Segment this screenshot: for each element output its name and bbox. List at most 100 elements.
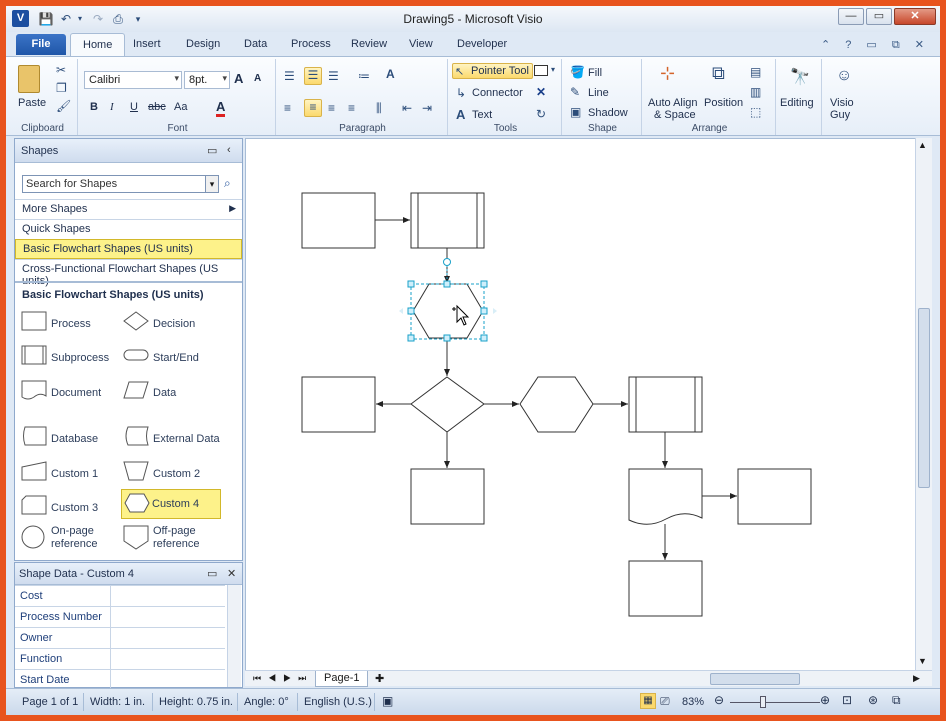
- tab-data[interactable]: Data: [244, 38, 267, 50]
- paste-button[interactable]: Paste: [18, 97, 46, 109]
- tab-process[interactable]: Process: [291, 38, 331, 50]
- rectangle-dropdown-icon[interactable]: ▾: [551, 65, 555, 74]
- process-shape[interactable]: [301, 192, 376, 249]
- text-tool-button[interactable]: Text: [472, 109, 492, 121]
- tab-view[interactable]: View: [409, 38, 433, 50]
- full-screen-icon[interactable]: ⎚: [660, 694, 670, 709]
- zoom-slider-thumb[interactable]: [760, 696, 766, 708]
- align-bottom-icon[interactable]: ☰: [328, 69, 339, 83]
- zoom-out-icon[interactable]: ⊖: [714, 693, 724, 707]
- font-size-combo[interactable]: 8pt.: [184, 71, 230, 89]
- stencil-cross-functional[interactable]: Cross-Functional Flowchart Shapes (US un…: [15, 259, 242, 287]
- connector-button[interactable]: Connector: [472, 87, 523, 99]
- master-custom-3[interactable]: Custom 3: [21, 493, 121, 523]
- italic-button[interactable]: I: [110, 101, 114, 113]
- shape-data-row-process-number[interactable]: Process Number: [15, 606, 225, 627]
- status-language[interactable]: English (U.S.): [304, 696, 372, 708]
- strikethrough-button[interactable]: abc: [148, 101, 166, 113]
- process-shape[interactable]: [737, 468, 812, 525]
- search-shapes-input[interactable]: Search for Shapes: [22, 175, 219, 193]
- pane-restore-icon[interactable]: ▭: [207, 144, 217, 157]
- close-x-icon[interactable]: ✕: [536, 85, 546, 99]
- zoom-in-icon[interactable]: ⊕: [820, 693, 830, 707]
- font-color-button[interactable]: A: [216, 99, 226, 117]
- ribbon-window-controls[interactable]: ⌃ ? ▭ ⧉ ✕: [821, 38, 930, 52]
- zoom-level[interactable]: 83%: [682, 696, 704, 708]
- switch-windows-icon[interactable]: ⧉: [892, 693, 901, 708]
- visio-guy-button[interactable]: Visio: [830, 97, 854, 109]
- align-top-icon[interactable]: ☰: [284, 69, 295, 83]
- shadow-button[interactable]: Shadow: [588, 107, 628, 119]
- pan-zoom-icon[interactable]: ⊛: [868, 693, 878, 707]
- zoom-slider[interactable]: [730, 702, 820, 703]
- subprocess-shape[interactable]: [628, 376, 703, 433]
- align-center-icon[interactable]: ≡: [304, 99, 322, 117]
- bullets-icon[interactable]: ≔: [358, 69, 370, 83]
- master-custom-2[interactable]: Custom 2: [123, 459, 223, 489]
- pane-restore-icon[interactable]: ▭: [207, 567, 217, 580]
- subprocess-shape[interactable]: [410, 192, 485, 249]
- page-nav-icons[interactable]: ⏮◀▶⏭: [253, 673, 313, 684]
- scroll-down-icon[interactable]: ▼: [918, 656, 927, 666]
- custom-4-shape[interactable]: [519, 376, 594, 433]
- master-custom-4[interactable]: Custom 4: [121, 489, 221, 519]
- master-on-page-reference[interactable]: On-page reference: [21, 523, 121, 555]
- more-shapes-item[interactable]: More Shapes ▶: [15, 199, 242, 219]
- scroll-right-icon[interactable]: ▶: [913, 673, 920, 684]
- drawing-canvas[interactable]: [245, 138, 915, 670]
- line-button[interactable]: Line: [588, 87, 609, 99]
- fill-button[interactable]: Fill: [588, 67, 602, 79]
- pane-collapse-icon[interactable]: ‹: [227, 144, 231, 156]
- maximize-button[interactable]: ▭: [866, 8, 892, 25]
- justify-icon[interactable]: ≡: [348, 101, 355, 115]
- shape-data-row-start-date[interactable]: Start Date: [15, 669, 225, 690]
- change-case-button[interactable]: Aa: [174, 101, 187, 113]
- cut-icon[interactable]: ✂: [56, 63, 66, 77]
- underline-button[interactable]: U: [130, 101, 138, 113]
- decision-shape[interactable]: [410, 376, 485, 433]
- text-block-icon[interactable]: A: [386, 67, 395, 81]
- send-back-icon[interactable]: ▥: [750, 85, 761, 99]
- master-database[interactable]: Database: [21, 424, 121, 454]
- shape-data-row-cost[interactable]: Cost: [15, 585, 225, 606]
- format-painter-icon[interactable]: 🖌: [56, 99, 71, 113]
- macro-record-icon[interactable]: ▣: [382, 694, 393, 708]
- quick-shapes-item[interactable]: Quick Shapes: [15, 219, 242, 239]
- master-subprocess[interactable]: Subprocess: [21, 343, 121, 373]
- shrink-font-button[interactable]: A: [254, 73, 261, 84]
- paste-icon[interactable]: [18, 65, 40, 93]
- shape-data-row-owner[interactable]: Owner: [15, 627, 225, 648]
- master-start-end[interactable]: Start/End: [123, 343, 223, 373]
- decrease-indent-icon[interactable]: ⇤: [402, 101, 412, 115]
- master-decision[interactable]: Decision: [123, 309, 223, 339]
- search-icon[interactable]: ⌕: [224, 176, 231, 191]
- search-dropdown-icon[interactable]: ▾: [205, 176, 218, 192]
- process-shape[interactable]: [410, 468, 485, 525]
- master-off-page-reference[interactable]: Off-page reference: [123, 523, 223, 555]
- rotate-icon[interactable]: ↻: [536, 107, 546, 121]
- bring-front-icon[interactable]: ▤: [750, 65, 761, 79]
- tab-file[interactable]: File: [16, 34, 66, 55]
- copy-icon[interactable]: ❐: [56, 81, 67, 95]
- document-shape[interactable]: [628, 468, 703, 525]
- insert-page-icon[interactable]: ✚: [375, 672, 384, 685]
- rectangle-tool-icon[interactable]: [534, 65, 548, 76]
- tab-review[interactable]: Review: [351, 38, 387, 50]
- align-middle-icon[interactable]: ☰: [304, 67, 322, 85]
- master-external-data[interactable]: External Data: [123, 424, 223, 454]
- minimize-button[interactable]: —: [838, 8, 864, 25]
- stencil-basic-flowchart[interactable]: Basic Flowchart Shapes (US units): [15, 239, 242, 259]
- status-page[interactable]: Page 1 of 1: [22, 696, 78, 708]
- auto-align-button[interactable]: Auto Align: [648, 97, 698, 109]
- align-right-icon[interactable]: ≡: [328, 101, 335, 115]
- grow-font-button[interactable]: A: [234, 71, 243, 86]
- custom-4-shape-selected[interactable]: [412, 283, 484, 339]
- normal-view-icon[interactable]: ▦: [640, 693, 656, 709]
- master-process[interactable]: Process: [21, 309, 121, 339]
- page-tab-1[interactable]: Page-1: [315, 671, 369, 687]
- vertical-scrollbar[interactable]: ▲ ▼: [915, 138, 932, 670]
- shape-data-row-function[interactable]: Function: [15, 648, 225, 669]
- position-button[interactable]: Position: [704, 97, 743, 109]
- tab-insert[interactable]: Insert: [133, 38, 161, 50]
- master-custom-1[interactable]: Custom 1: [21, 459, 121, 489]
